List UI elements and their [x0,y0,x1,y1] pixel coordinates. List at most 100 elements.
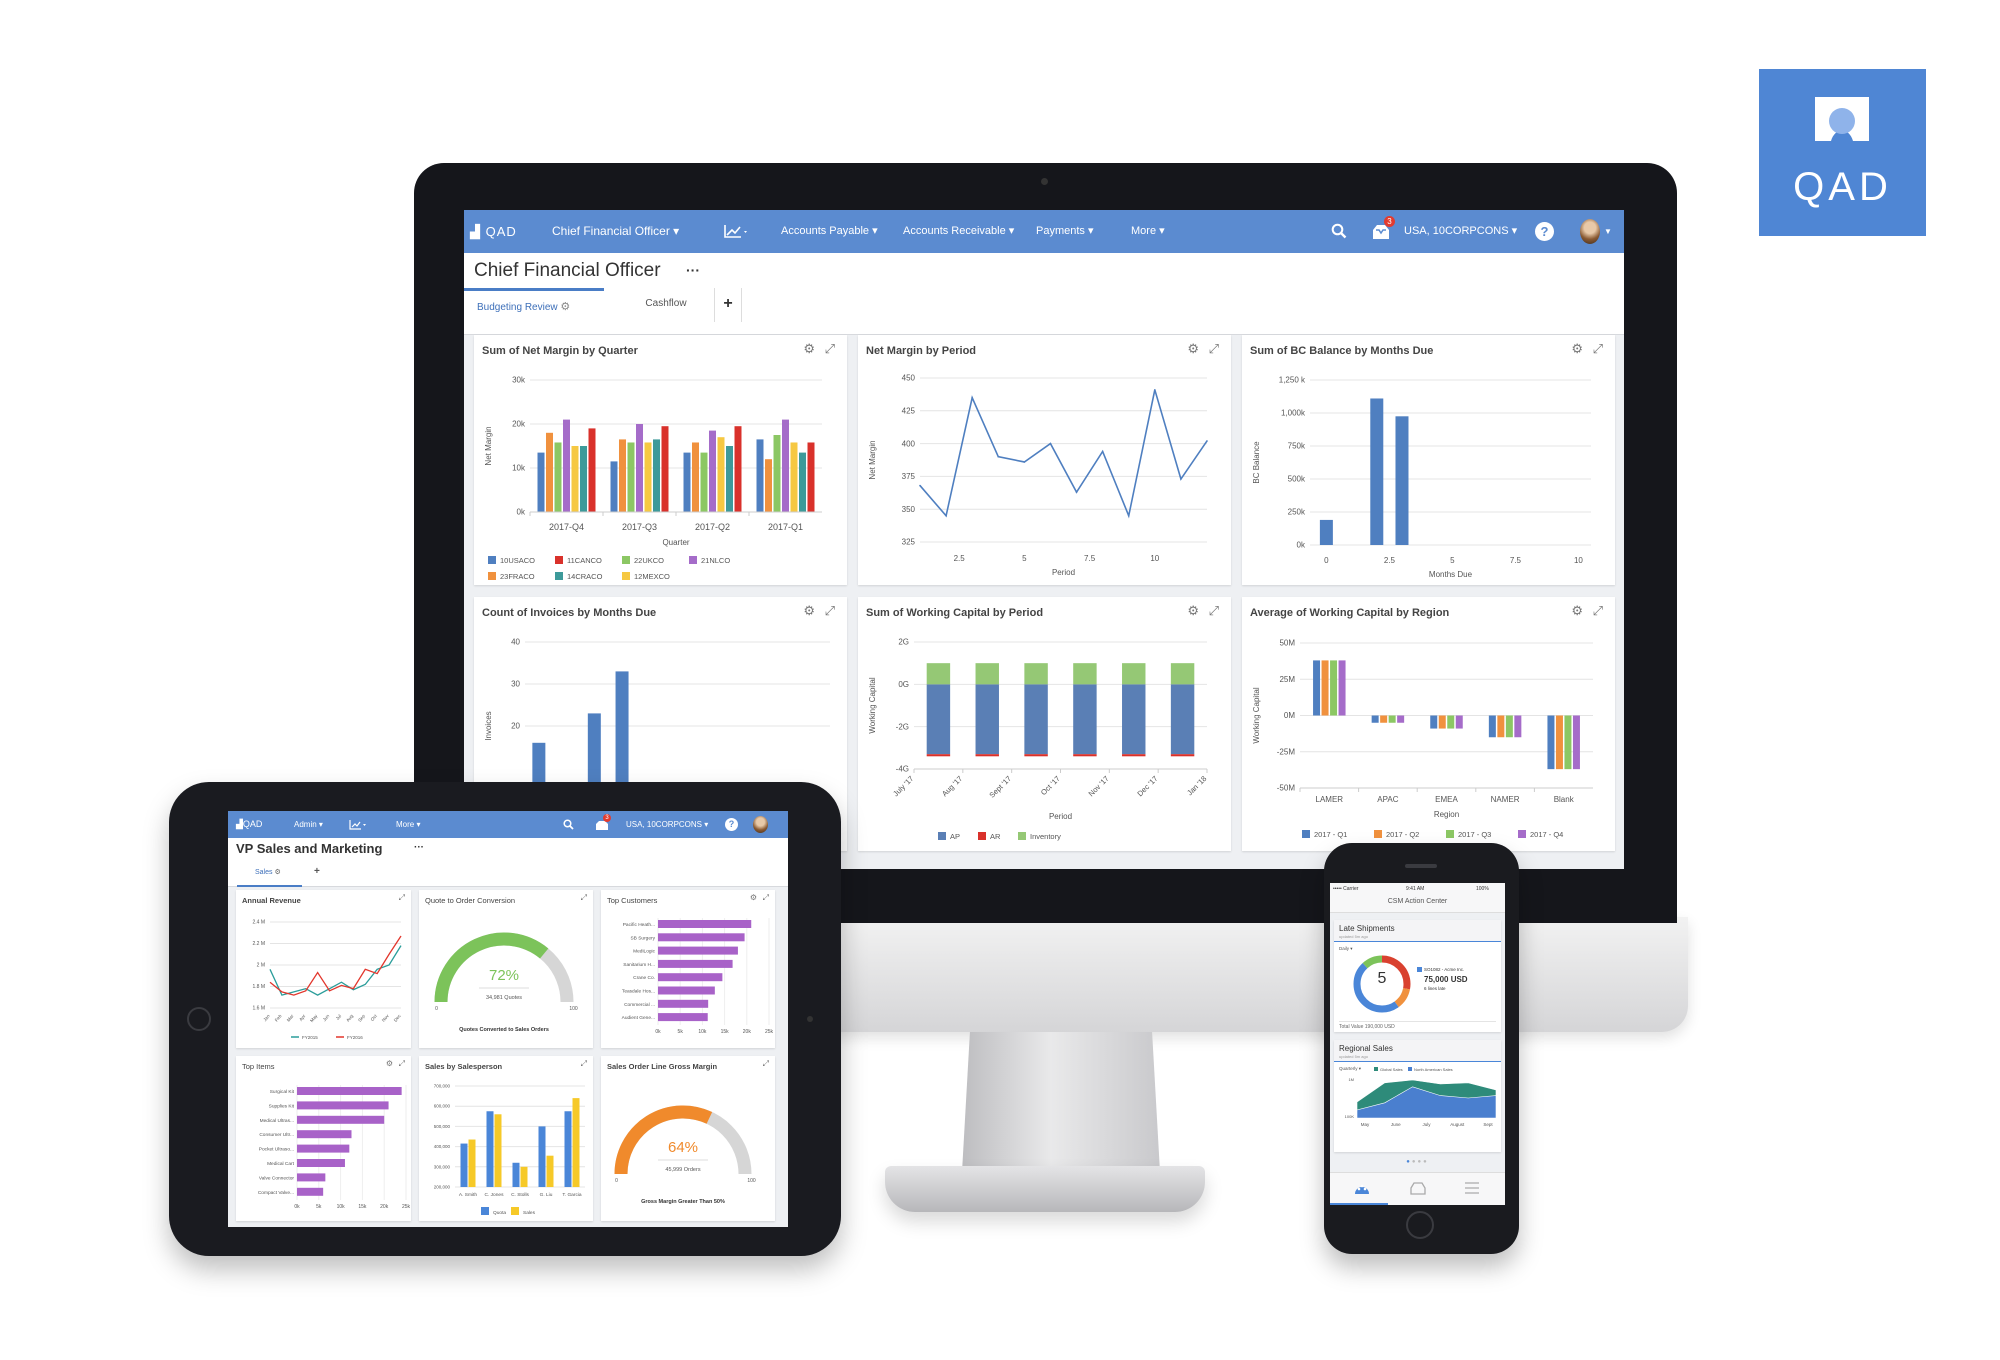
regional-sales-card[interactable]: Regional Sales updated 5m ago Quarterly … [1334,1040,1501,1152]
user-avatar[interactable] [753,816,768,833]
y-category-label: Supplies Kit [269,1103,295,1109]
company-dropdown[interactable]: USA, 10CORPCONS ▾ [1404,210,1517,253]
avatar-chevron-down-icon[interactable]: ▼ [1604,210,1612,253]
expand-icon[interactable]: ⤢ [825,603,835,619]
late-shipments-card[interactable]: Late Shipments updated 5m ago Daily ▾ 5 … [1334,920,1501,1032]
bar-segment [1122,754,1146,757]
expand-icon[interactable]: ⤢ [1209,603,1219,619]
tab-gear-icon[interactable]: ⚙ [274,869,280,876]
data-point [1206,440,1208,442]
y-tick-label: 0k [1297,541,1306,550]
bar [782,419,789,512]
help-icon[interactable]: ? [725,818,738,831]
x-tick-label: 25k [765,1029,774,1035]
gear-icon[interactable]: ⚙ [750,893,757,902]
tab-sales[interactable]: Sales ⚙ [237,866,302,887]
expand-icon[interactable]: ⤢ [581,1059,587,1069]
page-indicator[interactable]: ●●●● [1330,1159,1505,1165]
data-point [945,514,947,517]
bar [297,1087,402,1095]
y-category-label: Medical Ultras... [260,1118,294,1124]
role-dropdown[interactable]: Chief Financial Officer ▾ [552,210,679,253]
period-filter[interactable]: Daily ▾ [1339,946,1353,952]
user-avatar[interactable] [1580,219,1600,244]
expand-icon[interactable]: ⤢ [1593,341,1603,357]
bar [564,1111,572,1187]
legend-swatch [488,572,496,580]
search-icon[interactable] [563,819,574,830]
bar [546,432,553,512]
legend-swatch [1302,830,1310,838]
legend-swatch [1374,830,1382,838]
panel-sales-by-salesperson: 200,000 300,000 400,000 500,000 600,000 700,0… [419,1056,593,1221]
x-axis-title: Months Due [1429,570,1473,579]
dashboard-icon[interactable] [1354,1181,1370,1195]
x-tick-label: Blank [1554,795,1575,804]
bar [1455,715,1463,729]
y-category-label: Crane Co. [633,975,655,981]
help-icon[interactable]: ? [1535,222,1554,241]
brand-logo[interactable]: ▟QAD [236,811,262,838]
brand-logo[interactable]: ▟ QAD [470,210,517,253]
x-tick-label: Jul [335,1013,343,1021]
y-tick-label: 20k [512,420,526,429]
menu-icon[interactable] [1464,1181,1480,1195]
x-tick-label: A. Smith [459,1192,477,1198]
qad-small-icon: ▟ [470,224,486,239]
tab-gear-icon[interactable]: ⚙ [560,301,570,313]
gear-icon[interactable]: ⚙ [386,1059,393,1068]
x-tick-label: 2017-Q1 [768,522,803,532]
tab-budgeting-review[interactable]: Budgeting Review ⚙ [464,288,604,322]
panel-title: Sum of Net Margin by Quarter [482,345,638,357]
y-tick-label: -2G [896,722,909,731]
nav-accounts-receivable[interactable]: Accounts Receivable ▾ [903,210,1014,253]
gear-icon[interactable]: ⚙ [1187,603,1199,619]
x-tick-label: Jun [322,1013,331,1022]
x-tick-label: Jan '18 [1185,774,1208,797]
add-tab-button[interactable]: + [714,288,742,322]
expand-icon[interactable]: ⤢ [581,893,587,903]
home-button[interactable] [187,1007,211,1031]
expand-icon[interactable]: ⤢ [1209,341,1219,357]
top-customers-chart: 0k 5k 10k 15k 20k 25k Pacific Heath... SB Surge… [622,918,774,1035]
x-tick-label: 15k [721,1029,730,1035]
nav-payments[interactable]: Payments ▾ [1036,210,1094,253]
expand-icon[interactable]: ⤢ [399,1059,405,1069]
gear-icon[interactable]: ⚙ [803,341,815,357]
legend-swatch [1374,1067,1378,1071]
add-tab-button[interactable]: + [314,866,320,877]
data-point [1101,450,1104,453]
title-menu-icon[interactable]: ··· [686,262,700,278]
bar [297,1130,352,1139]
y-axis-title: Net Margin [484,426,493,465]
search-icon[interactable] [1331,223,1347,239]
gear-icon[interactable]: ⚙ [1187,341,1199,357]
home-button[interactable] [1406,1211,1434,1239]
expand-icon[interactable]: ⤢ [763,893,769,903]
gear-icon[interactable]: ⚙ [803,603,815,619]
title-menu-icon[interactable]: ··· [414,842,424,853]
x-tick-label: NAMER [1491,795,1520,804]
expand-icon[interactable]: ⤢ [763,1059,769,1069]
bar-segment [975,663,999,685]
gear-icon[interactable]: ⚙ [1571,603,1583,619]
analytics-chart-icon[interactable] [723,223,749,239]
legend-swatch [1417,967,1422,972]
nav-more[interactable]: More ▾ [1131,210,1165,253]
nav-more[interactable]: More ▾ [396,811,420,838]
expand-icon[interactable]: ⤢ [1593,603,1603,619]
inbox-icon[interactable] [1410,1181,1426,1195]
bar-segment [1024,663,1048,685]
role-dropdown[interactable]: Admin ▾ [294,811,323,838]
gear-icon[interactable]: ⚙ [1571,341,1583,357]
analytics-chart-icon[interactable] [349,819,367,830]
y-category-label: SB Surgery [630,935,655,941]
expand-icon[interactable]: ⤢ [399,893,405,903]
company-dropdown[interactable]: USA, 10CORPCONS ▾ [626,811,708,838]
expand-icon[interactable]: ⤢ [825,341,835,357]
nav-accounts-payable[interactable]: Accounts Payable ▾ [781,210,878,253]
bar [610,461,618,512]
x-tick-label: July [1422,1122,1431,1127]
tab-cashflow[interactable]: Cashflow [626,288,706,322]
y-tick-label: 10k [512,464,526,473]
